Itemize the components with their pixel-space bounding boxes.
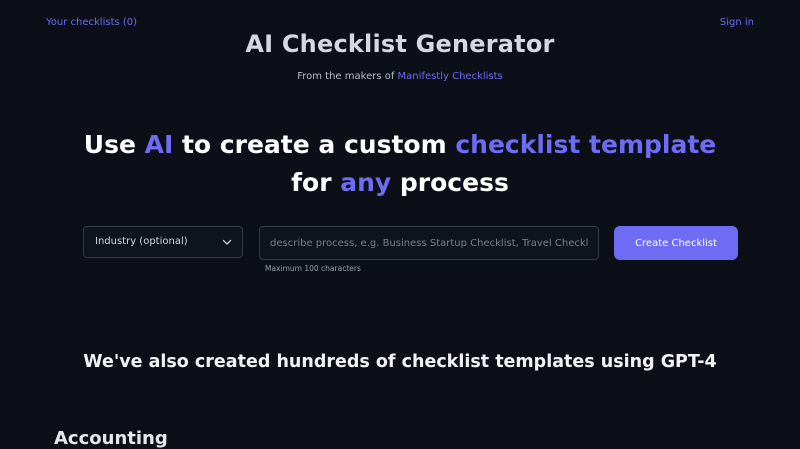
your-checklists-link[interactable]: Your checklists (0): [46, 17, 137, 28]
app-title: AI Checklist Generator: [245, 30, 555, 58]
headline-text-4: process: [391, 168, 509, 197]
headline-text-2: to create a custom: [173, 130, 456, 159]
top-nav: Your checklists (0) Sign in: [46, 17, 754, 31]
process-input[interactable]: [259, 226, 599, 260]
subtitle-prefix: From the makers of: [297, 71, 395, 82]
manifestly-link[interactable]: Manifestly Checklists: [398, 71, 503, 82]
industry-select[interactable]: Industry (optional): [83, 226, 243, 258]
hero-headline: Use AI to create a custom checklist temp…: [60, 126, 740, 202]
industry-select-value: Industry (optional): [95, 236, 188, 247]
sign-in-link[interactable]: Sign in: [720, 17, 754, 28]
character-limit-hint: Maximum 100 characters: [265, 264, 361, 273]
headline-text-1: Use: [83, 130, 145, 159]
headline-accent-ai: AI: [144, 130, 174, 159]
subtitle: From the makers of Manifestly Checklists: [0, 71, 800, 82]
generator-form: Industry (optional) Create Checklist: [83, 226, 738, 260]
headline-accent-any: any: [340, 168, 392, 197]
headline-accent-checklist-template: checklist template: [455, 130, 717, 159]
create-checklist-button[interactable]: Create Checklist: [614, 226, 738, 260]
templates-heading: We've also created hundreds of checklist…: [83, 352, 717, 372]
chevron-down-icon: [222, 239, 232, 245]
headline-text-3: for: [291, 168, 341, 197]
